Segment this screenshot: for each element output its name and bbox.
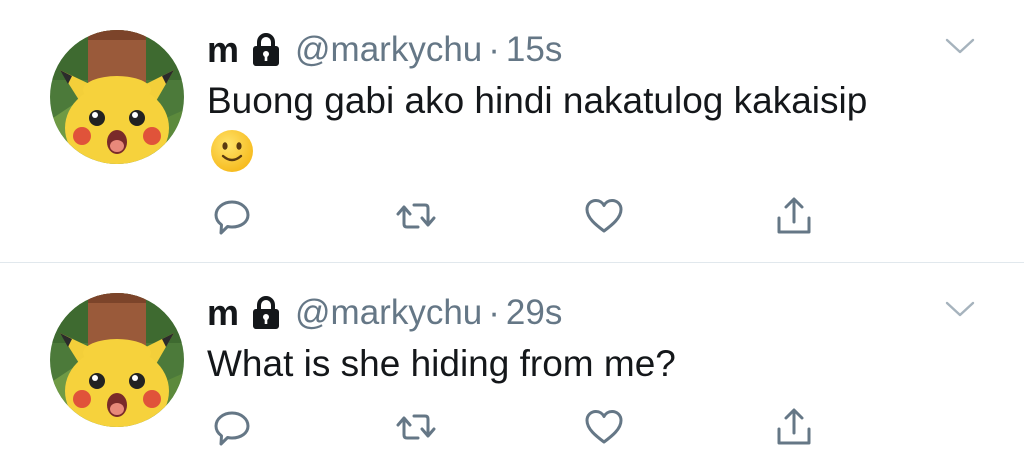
separator-dot: · <box>488 293 500 332</box>
reply-icon[interactable] <box>210 194 254 238</box>
chevron-down-icon[interactable] <box>944 36 976 56</box>
display-name[interactable]: m <box>207 29 239 71</box>
reply-icon[interactable] <box>210 405 254 449</box>
tweet-header: m @markychu · 29s <box>207 289 562 337</box>
tweet-actions <box>0 405 1024 449</box>
slightly-smiling-face-icon <box>209 128 255 174</box>
username-handle[interactable]: @markychu <box>295 30 482 70</box>
tweet-header: m @markychu · 15s <box>207 26 562 74</box>
tweet-text: Buong gabi ako hindi nakatulog kakaisip <box>207 80 868 121</box>
timestamp[interactable]: 15s <box>506 30 562 70</box>
tweet[interactable]: m @markychu · 29s What is she hiding fro… <box>0 263 1024 468</box>
lock-icon <box>251 32 281 68</box>
share-icon[interactable] <box>772 405 816 449</box>
separator-dot: · <box>488 30 500 69</box>
display-name[interactable]: m <box>207 292 239 334</box>
tweet-text: What is she hiding from me? <box>207 343 676 384</box>
username-handle[interactable]: @markychu <box>295 293 482 333</box>
tweet[interactable]: m @markychu · 15s Buong gabi ako hindi n… <box>0 0 1024 262</box>
retweet-icon[interactable] <box>394 194 438 238</box>
timestamp[interactable]: 29s <box>506 293 562 333</box>
lock-icon <box>251 295 281 331</box>
like-icon[interactable] <box>582 405 626 449</box>
share-icon[interactable] <box>772 194 816 238</box>
retweet-icon[interactable] <box>394 405 438 449</box>
timeline: m @markychu · 15s Buong gabi ako hindi n… <box>0 0 1024 468</box>
tweet-actions <box>0 194 1024 238</box>
chevron-down-icon[interactable] <box>944 299 976 319</box>
avatar[interactable] <box>50 30 184 164</box>
like-icon[interactable] <box>582 194 626 238</box>
